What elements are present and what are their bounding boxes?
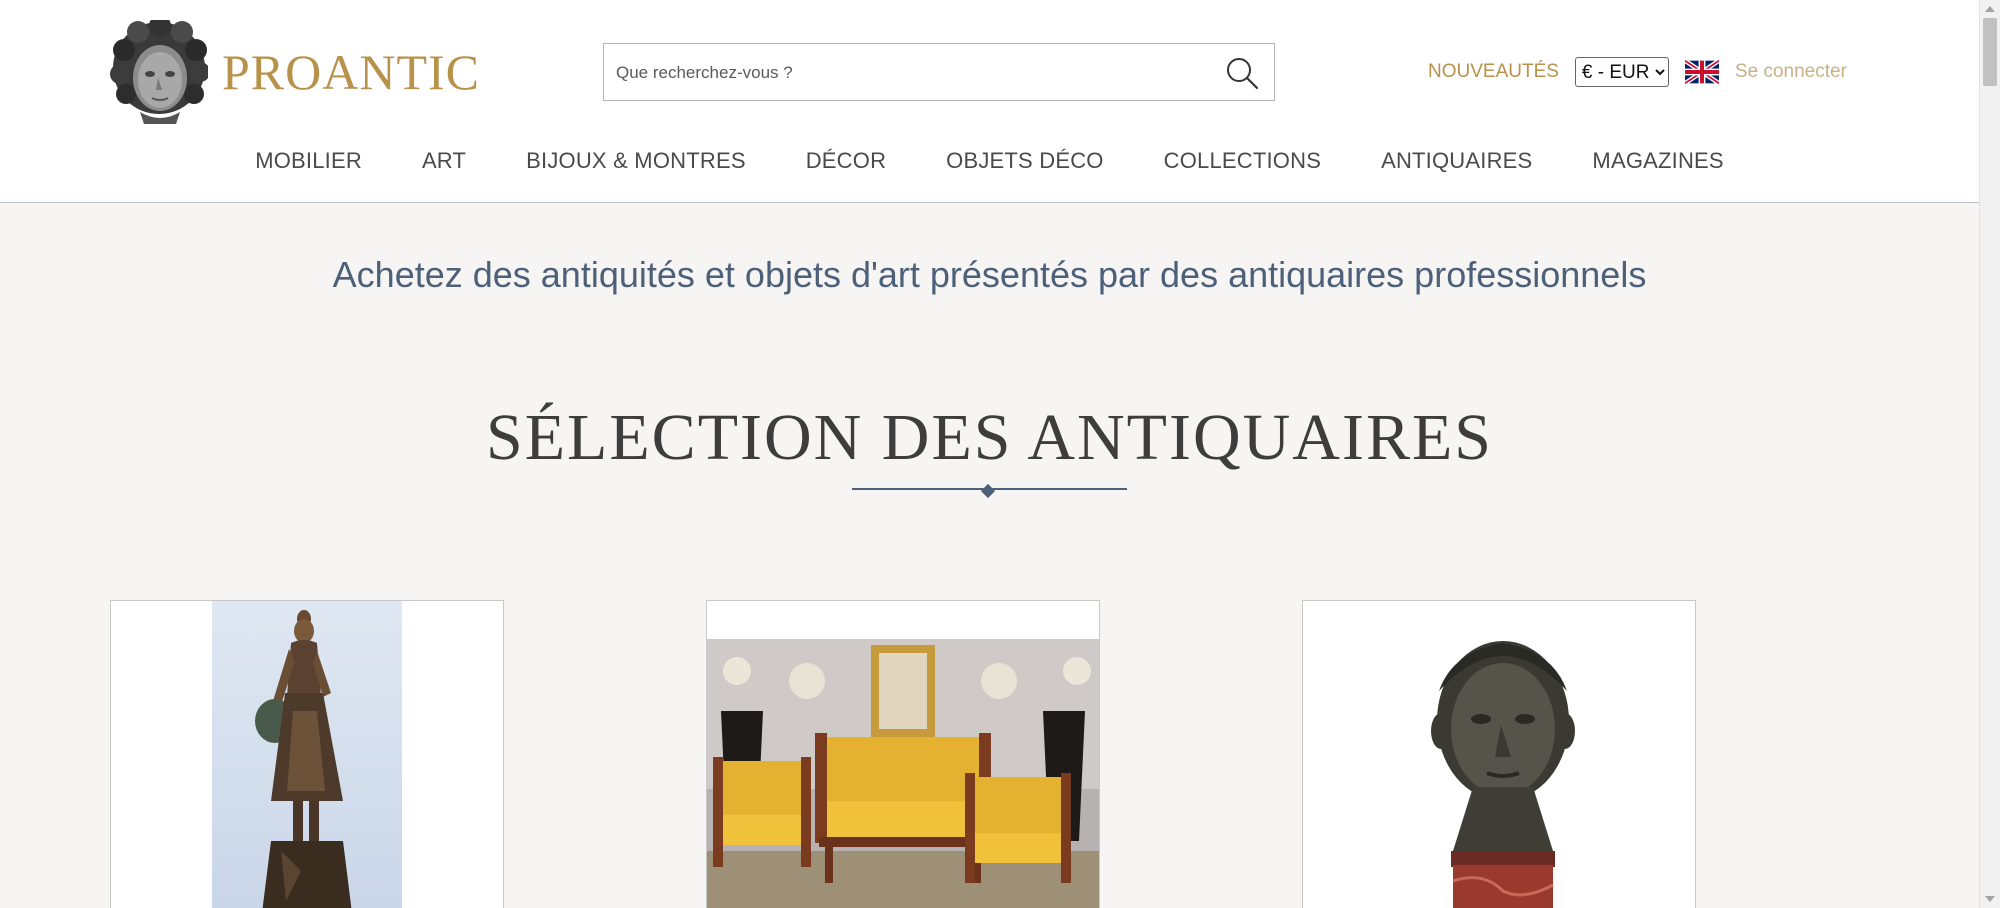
product-card-2[interactable] — [706, 600, 1100, 908]
scroll-up-arrow-icon[interactable] — [1985, 6, 1995, 12]
nav-item-decor[interactable]: DÉCOR — [806, 148, 886, 174]
empire-yellow-sofa-set-image — [707, 601, 1099, 908]
title-divider-diamond — [980, 483, 996, 499]
nav-item-magazines[interactable]: MAGAZINES — [1592, 148, 1723, 174]
login-link[interactable]: Se connecter — [1735, 61, 1847, 83]
cherub-head-icon — [110, 20, 208, 124]
section-title: SÉLECTION DES ANTIQUAIRES — [486, 401, 1493, 474]
product-card-3[interactable] — [1302, 600, 1696, 908]
search-box — [603, 43, 1275, 101]
page: PROANTIC NOUVEAUTÉS € - EUR Se connecter — [0, 0, 2000, 908]
search-input[interactable] — [614, 54, 1198, 92]
currency-select[interactable]: € - EUR — [1574, 57, 1669, 87]
scrollbar-thumb[interactable] — [1983, 18, 1997, 86]
hero-tagline: Achetez des antiquités et objets d'art p… — [332, 254, 1647, 295]
product-card-1[interactable] — [110, 600, 504, 908]
main-navigation: MOBILIER ART BIJOUX & MONTRES DÉCOR OBJE… — [0, 148, 1979, 174]
brand-name: PROANTIC — [222, 44, 481, 100]
nav-item-mobilier[interactable]: MOBILIER — [255, 148, 362, 174]
site-logo[interactable]: PROANTIC — [110, 20, 480, 124]
nav-item-bijoux-montres[interactable]: BIJOUX & MONTRES — [526, 148, 746, 174]
nav-item-objets-deco[interactable]: OBJETS DÉCO — [946, 148, 1103, 174]
bronze-water-carrier-statue-image — [111, 601, 503, 908]
uk-flag-icon[interactable] — [1684, 60, 1719, 84]
site-header: PROANTIC NOUVEAUTÉS € - EUR Se connecter — [0, 0, 1979, 203]
new-arrivals-link[interactable]: NOUVEAUTÉS — [1428, 61, 1559, 83]
search-icon[interactable] — [1224, 55, 1260, 91]
scroll-down-arrow-icon[interactable] — [1985, 896, 1995, 902]
bronze-head-bust-on-marble-image — [1303, 601, 1695, 908]
nav-item-art[interactable]: ART — [422, 148, 466, 174]
nav-item-antiquaires[interactable]: ANTIQUAIRES — [1381, 148, 1532, 174]
nav-item-collections[interactable]: COLLECTIONS — [1164, 148, 1321, 174]
header-actions: NOUVEAUTÉS € - EUR Se connecter — [1428, 56, 1847, 88]
page-scrollbar[interactable] — [1979, 0, 2000, 908]
